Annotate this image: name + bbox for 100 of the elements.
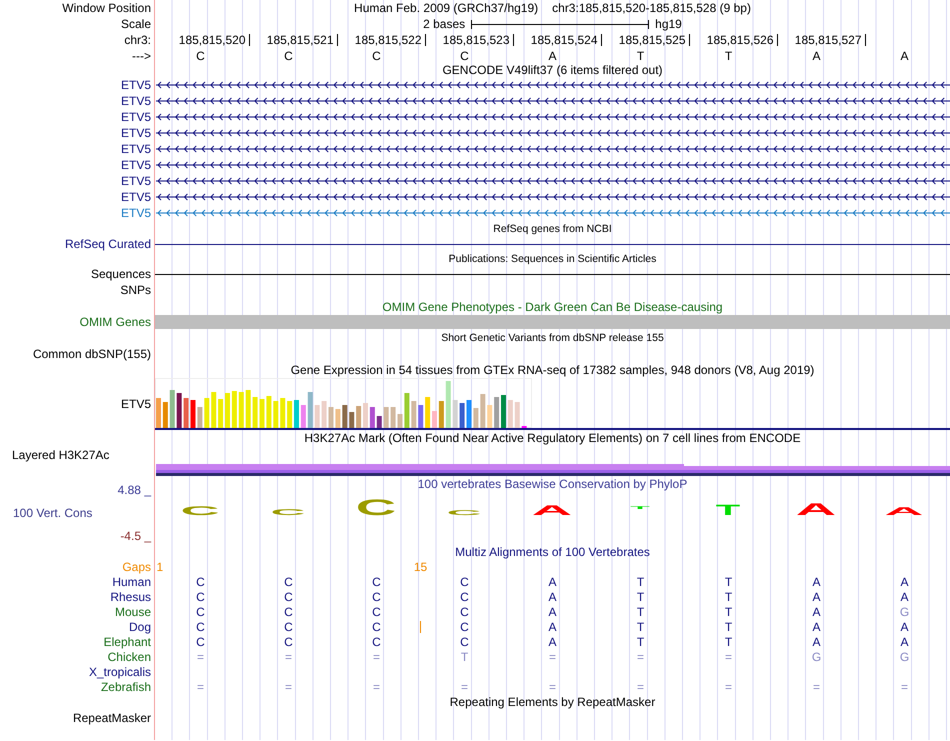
coordinate-label: 185,815,521	[266, 34, 334, 46]
aligned-base: A	[548, 590, 556, 602]
strand-label: --->	[132, 50, 151, 62]
coordinate-label: 185,815,523	[442, 34, 510, 46]
track-label: SNPs	[120, 284, 151, 296]
track-title: Short Genetic Variants from dbSNP release 155	[441, 332, 664, 344]
aligned-base: A	[900, 636, 908, 648]
aligned-base: C	[372, 620, 381, 632]
ruler-tick	[248, 34, 250, 46]
ruler-tick	[424, 34, 426, 46]
ruler-tick	[776, 34, 778, 46]
sequence-base: C	[460, 50, 469, 62]
aligned-base: A	[900, 590, 908, 602]
sequence-base: C	[196, 50, 205, 62]
sequence-base: A	[548, 50, 556, 62]
aligned-base: =	[196, 680, 204, 692]
assembly-label: hg19	[655, 18, 682, 30]
axis-min-label: -4.5 _	[119, 530, 151, 542]
aligned-base: T	[724, 606, 732, 618]
aligned-base: A	[548, 576, 556, 588]
aligned-base: =	[636, 650, 644, 662]
species-label: Zebrafish	[100, 680, 151, 692]
aligned-base: C	[284, 636, 293, 648]
aligned-base: A	[900, 576, 908, 588]
aligned-base: A	[812, 636, 820, 648]
sequence-base: C	[284, 50, 293, 62]
gene-label[interactable]: ETV5	[120, 159, 151, 171]
aligned-base: =	[548, 680, 556, 692]
aligned-base: C	[196, 606, 205, 618]
gene-label[interactable]: ETV5	[120, 111, 151, 123]
scale-length: 2 bases	[423, 18, 466, 30]
gene-label[interactable]: ETV5	[120, 191, 151, 203]
track-label: Common dbSNP(155)	[32, 348, 151, 360]
aligned-base: C	[372, 636, 381, 648]
aligned-base: =	[372, 680, 380, 692]
aligned-base: =	[284, 680, 292, 692]
ruler-tick	[512, 34, 514, 46]
ruler-tick	[864, 34, 866, 46]
aligned-base: A	[812, 606, 820, 618]
gene-label[interactable]: ETV5	[120, 175, 151, 187]
aligned-base: =	[900, 680, 908, 692]
coordinate-label: 185,815,520	[178, 34, 246, 46]
aligned-base: C	[196, 620, 205, 632]
aligned-base: C	[460, 606, 469, 618]
ruler-tick	[336, 34, 338, 46]
aligned-base: T	[636, 636, 644, 648]
aligned-base: T	[724, 590, 732, 602]
aligned-base: =	[724, 680, 732, 692]
coordinate-label: 185,815,525	[618, 34, 686, 46]
gene-label: ETV5	[120, 398, 151, 410]
aligned-base: C	[284, 620, 293, 632]
aligned-base: C	[284, 590, 293, 602]
sequence-base: C	[372, 50, 381, 62]
aligned-base: T	[724, 636, 732, 648]
species-label: Dog	[128, 620, 151, 632]
aligned-base: A	[900, 620, 908, 632]
gene-label[interactable]: ETV5	[120, 127, 151, 139]
track-title: OMIM Gene Phenotypes - Dark Green Can Be Disease-causing	[382, 300, 723, 312]
aligned-base: C	[460, 590, 469, 602]
aligned-base: =	[284, 650, 292, 662]
ruler-tick	[688, 34, 690, 46]
row-label: chr3:	[124, 34, 151, 46]
aligned-base: T	[636, 590, 644, 602]
track-title: Multiz Alignments of 100 Vertebrates	[455, 546, 650, 558]
gap-count: 15	[414, 560, 428, 572]
gene-label[interactable]: ETV5	[120, 95, 151, 107]
aligned-base: T	[724, 576, 732, 588]
gap-count: 1	[156, 560, 164, 572]
gene-label[interactable]: ETV5	[120, 143, 151, 155]
species-label: Chicken	[108, 650, 151, 662]
aligned-base: C	[372, 590, 381, 602]
track-title: H3K27Ac Mark (Often Found Near Active Regulatory Elements) on 7 cell lines from ENCODE	[304, 432, 801, 444]
aligned-base: A	[548, 606, 556, 618]
track-label: Layered H3K27Ac	[12, 449, 110, 461]
row-label: Scale	[120, 18, 151, 30]
aligned-base: T	[636, 576, 644, 588]
coordinate-label: 185,815,526	[706, 34, 774, 46]
aligned-base: T	[460, 650, 468, 662]
aligned-base: C	[196, 636, 205, 648]
aligned-base: =	[548, 650, 556, 662]
gene-label[interactable]: ETV5	[120, 79, 151, 91]
sequence-base: A	[812, 50, 820, 62]
track-label: OMIM Genes	[80, 316, 151, 328]
track-label: Gaps	[122, 560, 151, 572]
aligned-base: C	[460, 620, 469, 632]
aligned-base: A	[812, 576, 820, 588]
aligned-base: C	[372, 576, 381, 588]
axis-max-label: 4.88 _	[116, 484, 151, 496]
track-title: Publications: Sequences in Scientific Articles	[448, 254, 656, 264]
species-label: Rhesus	[110, 590, 151, 602]
aligned-base: C	[196, 590, 205, 602]
gene-label[interactable]: ETV5	[120, 207, 151, 219]
coordinate-label: 185,815,527	[794, 34, 862, 46]
track-label: Sequences	[90, 268, 151, 280]
aligned-base: =	[636, 680, 644, 692]
aligned-base: =	[372, 650, 380, 662]
track-label: RefSeq Curated	[64, 238, 151, 250]
row-label: Window Position	[62, 2, 151, 14]
aligned-base: C	[460, 576, 469, 588]
ruler-tick	[600, 34, 602, 46]
